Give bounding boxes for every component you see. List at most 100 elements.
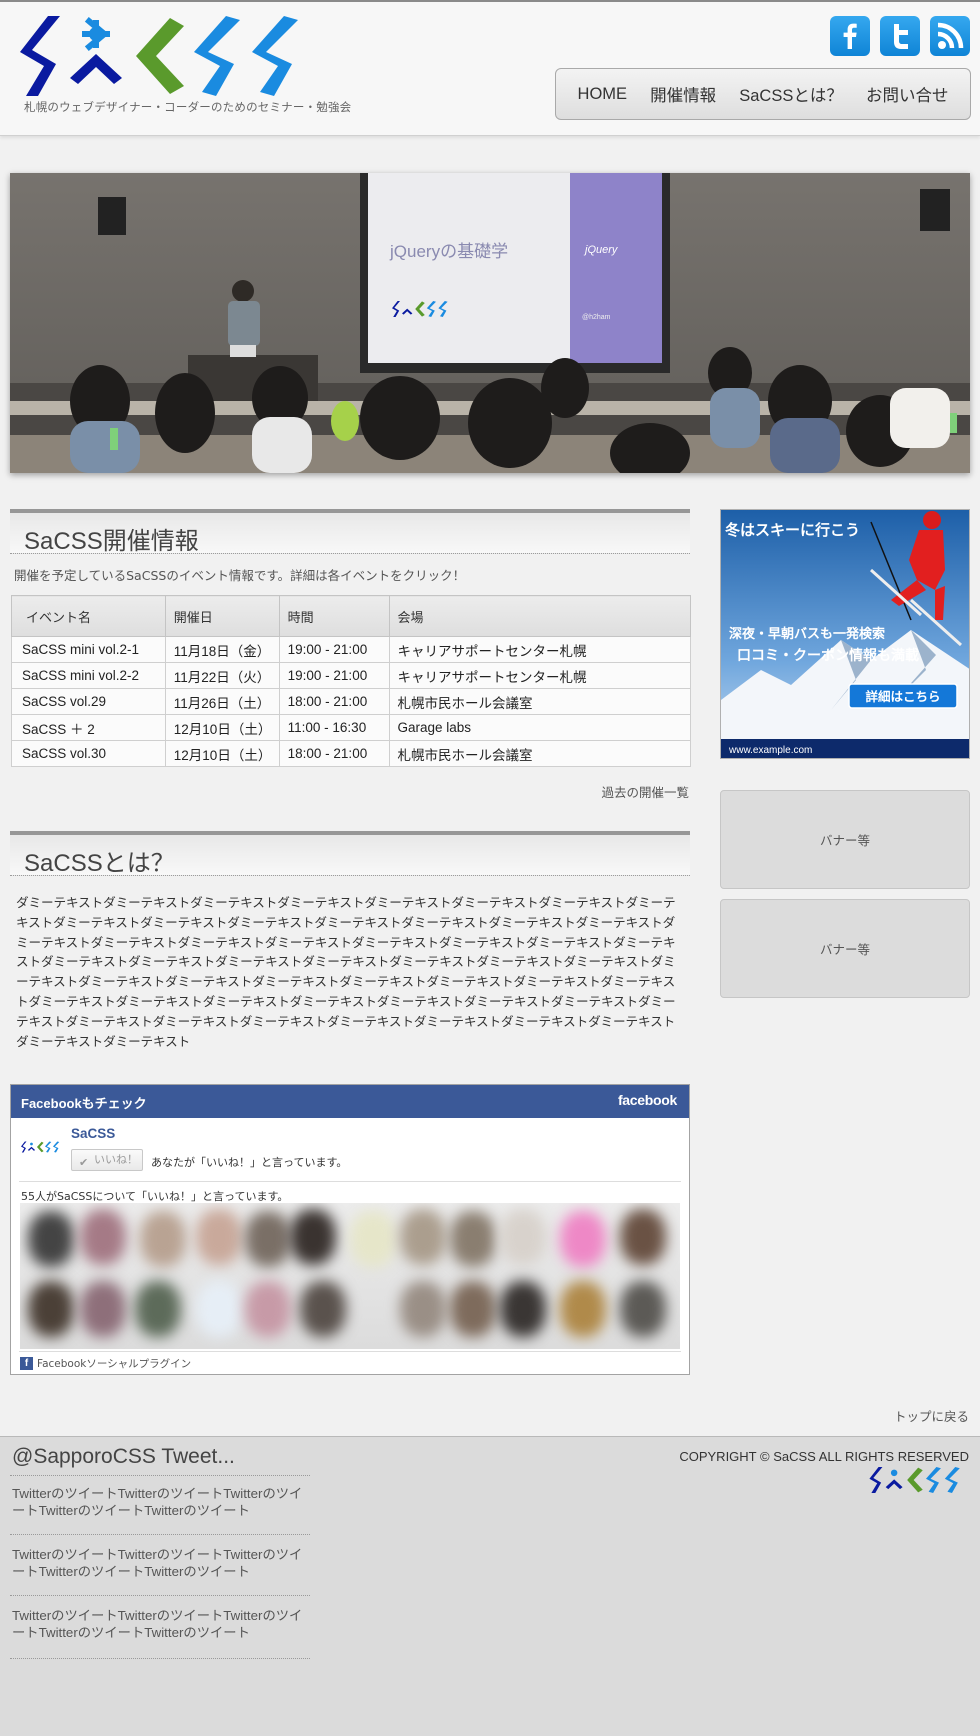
table-row[interactable]: SaCSS mini vol.2-1 11月18日（金） 19:00 - 21:… <box>11 636 691 663</box>
fan-avatar[interactable] <box>290 1209 336 1265</box>
nav-home[interactable]: HOME <box>578 85 628 104</box>
table-row[interactable]: SaCSS mini vol.2-2 11月22日（火） 19:00 - 21:… <box>11 662 691 689</box>
seminar-photo: jQueryの基礎学 jQuery @h2ham <box>10 173 970 473</box>
tweet-item[interactable]: TwitterのツイートTwitterのツイートTwitterのツイートTwit… <box>12 1546 310 1580</box>
event-venue: Garage labs <box>388 714 691 741</box>
fan-avatar[interactable] <box>620 1209 666 1265</box>
about-heading: SaCSSとは？ <box>10 831 690 877</box>
fan-avatar[interactable] <box>135 1281 181 1337</box>
site-tagline: 札幌のウェブデザイナー・コーダーのためのセミナー・勉強会 <box>24 100 352 114</box>
table-row[interactable]: SaCSS vol.30 12月10日（土） 18:00 - 21:00 札幌市… <box>11 740 691 767</box>
fan-avatar[interactable] <box>140 1211 186 1267</box>
event-name[interactable]: SaCSS ＋ 2 <box>11 714 166 741</box>
fan-avatar[interactable] <box>450 1211 496 1267</box>
facebook-like-button[interactable]: ✔ いいね！ <box>71 1149 143 1171</box>
twitter-link[interactable] <box>880 16 920 56</box>
event-date: 12月10日（土） <box>164 714 280 741</box>
divider <box>10 1475 310 1476</box>
fan-avatar[interactable] <box>245 1211 291 1267</box>
ski-ad-banner[interactable]: 冬はスキーに行こう 深夜・早朝バスも一発検索 口コミ・クーポン情報も満載 詳細は… <box>720 509 970 759</box>
tweet-item[interactable]: TwitterのツイートTwitterのツイートTwitterのツイートTwit… <box>12 1485 310 1519</box>
sacss-page-thumbnail[interactable] <box>21 1140 63 1154</box>
event-time: 19:00 - 21:00 <box>278 636 390 663</box>
nav-about[interactable]: SaCSSとは？ <box>739 82 843 106</box>
about-title: SaCSSとは？ <box>24 850 175 877</box>
back-to-top-link[interactable]: トップに戻る <box>894 1406 969 1425</box>
table-row[interactable]: SaCSS vol.29 11月26日（土） 18:00 - 21:00 札幌市… <box>11 688 691 715</box>
tweet-item[interactable]: TwitterのツイートTwitterのツイートTwitterのツイートTwit… <box>12 1607 310 1641</box>
events-title: SaCSS開催情報 <box>24 528 199 555</box>
hero-photo: jQueryの基礎学 jQuery @h2ham <box>10 173 970 473</box>
event-date: 12月10日（土） <box>164 740 280 767</box>
event-name[interactable]: SaCSS vol.30 <box>11 740 166 767</box>
ad-cta: 詳細はこちら <box>865 689 940 704</box>
facebook-page-name[interactable]: SaCSS <box>71 1126 115 1141</box>
event-time: 11:00 - 16:30 <box>278 714 390 741</box>
banner-label: バナー等 <box>819 833 870 848</box>
fan-avatar[interactable] <box>196 1281 242 1337</box>
footer-logo[interactable] <box>869 1467 969 1493</box>
col-venue: 会場 <box>388 595 691 637</box>
fan-avatar[interactable] <box>350 1211 396 1267</box>
fan-avatar[interactable] <box>80 1281 126 1337</box>
rss-icon <box>937 22 964 49</box>
fan-avatar[interactable] <box>300 1281 346 1337</box>
ad-url: www.example.com <box>728 745 812 756</box>
events-table: イベント名 開催日 時間 会場 SaCSS mini vol.2-1 11月18… <box>11 595 691 767</box>
fan-avatar[interactable] <box>28 1211 74 1267</box>
event-date: 11月22日（火） <box>164 662 280 689</box>
ad-headline: 冬はスキーに行こう <box>725 521 860 539</box>
table-header-row: イベント名 開催日 時間 会場 <box>11 595 691 637</box>
sidebar-banner[interactable]: バナー等 <box>720 899 970 998</box>
fan-avatar[interactable] <box>500 1281 546 1337</box>
sacss-logo[interactable] <box>20 16 325 96</box>
past-events-link[interactable]: 過去の開催一覧 <box>601 782 689 801</box>
fan-avatar[interactable] <box>560 1281 606 1337</box>
event-name[interactable]: SaCSS mini vol.2-1 <box>11 636 166 663</box>
event-date: 11月26日（土） <box>164 688 280 715</box>
fan-avatar[interactable] <box>500 1209 546 1265</box>
fan-avatar[interactable] <box>196 1209 242 1265</box>
fan-avatar[interactable] <box>400 1281 446 1337</box>
fan-avatar[interactable] <box>245 1281 291 1337</box>
col-date: 開催日 <box>164 595 280 637</box>
facebook-link[interactable] <box>830 16 870 56</box>
slide-title: jQueryの基礎学 <box>389 242 508 261</box>
ad-line1: 深夜・早朝バスも一発検索 <box>729 626 885 642</box>
event-name[interactable]: SaCSS vol.29 <box>11 688 166 715</box>
fan-avatar[interactable] <box>400 1209 446 1265</box>
nav-contact[interactable]: お問い合せ <box>866 82 949 106</box>
fan-avatar[interactable] <box>450 1281 496 1337</box>
divider <box>10 1658 310 1659</box>
slide-brand: jQuery <box>583 244 619 256</box>
event-name[interactable]: SaCSS mini vol.2-2 <box>11 662 166 689</box>
fan-avatar[interactable] <box>620 1281 666 1337</box>
fan-avatar[interactable] <box>28 1281 74 1337</box>
slide-handle: @h2ham <box>582 314 611 321</box>
banner-label: バナー等 <box>819 942 870 957</box>
fan-avatar[interactable] <box>80 1209 126 1265</box>
fan-avatar[interactable] <box>560 1211 606 1267</box>
divider <box>10 1595 310 1596</box>
site-footer: @SapporoCSS Tweet... TwitterのツイートTwitter… <box>0 1436 980 1736</box>
twitter-icon <box>894 24 908 49</box>
facebook-like-status: あなたが「いいね！」と言っています。 <box>151 1156 348 1169</box>
facebook-social-plugin-link[interactable]: Facebookソーシャルプラグイン <box>37 1356 191 1371</box>
event-venue: キャリアサポートセンター札幌 <box>388 636 691 663</box>
divider <box>10 1534 310 1535</box>
nav-events[interactable]: 開催情報 <box>650 82 716 106</box>
global-nav: HOME 開催情報 SaCSSとは？ お問い合せ <box>555 68 971 120</box>
sidebar-banner[interactable]: バナー等 <box>720 790 970 889</box>
facebook-icon <box>843 23 857 49</box>
rss-link[interactable] <box>930 16 970 56</box>
event-venue: 札幌市民ホール会議室 <box>388 688 691 715</box>
about-body: ダミーテキストダミーテキストダミーテキストダミーテキストダミーテキストダミーテキ… <box>16 895 676 1049</box>
event-venue: 札幌市民ホール会議室 <box>388 740 691 767</box>
ad-artwork: 冬はスキーに行こう 深夜・早朝バスも一発検索 口コミ・クーポン情報も満載 詳細は… <box>721 510 969 758</box>
facebook-fan-count: 55人がSaCSSについて「いいね！」と言っています。 <box>21 1190 289 1203</box>
ad-line2: 口コミ・クーポン情報も満載 <box>737 647 919 664</box>
event-venue: キャリアサポートセンター札幌 <box>388 662 691 689</box>
facebook-wordmark: facebook <box>617 1092 677 1108</box>
table-row[interactable]: SaCSS ＋ 2 12月10日（土） 11:00 - 16:30 Garage… <box>11 714 691 741</box>
divider <box>19 1351 681 1352</box>
